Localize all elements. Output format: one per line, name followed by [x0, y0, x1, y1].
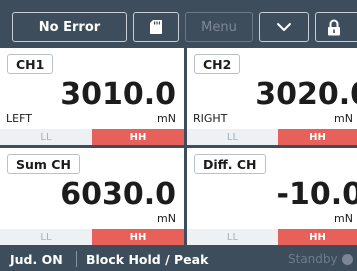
channel-tag: Diff. CH — [194, 154, 266, 174]
hh-indicator: HH — [92, 129, 184, 145]
measured-value: -10.0 — [276, 177, 357, 212]
ll-indicator: LL — [0, 229, 92, 245]
standby-indicator-icon — [341, 253, 353, 265]
error-status-button[interactable]: No Error — [12, 12, 127, 42]
error-status-label: No Error — [38, 19, 101, 35]
channel-panel-diff[interactable]: Diff. CH -10.0 mN LL HH — [187, 148, 357, 245]
hh-indicator: HH — [278, 129, 357, 145]
toolbar: No Error Menu — [0, 0, 357, 46]
menu-label: Menu — [201, 19, 237, 35]
measured-value: 3010.0 — [60, 77, 176, 112]
unit-label: mN — [157, 212, 176, 225]
side-label: LEFT — [6, 112, 32, 125]
sd-card-button[interactable] — [133, 12, 179, 42]
channel-tag: CH1 — [7, 54, 54, 74]
channel-panel-ch2[interactable]: CH2 3020.0 mN RIGHT LL HH — [187, 48, 357, 145]
lock-icon — [328, 19, 340, 35]
menu-button[interactable]: Menu — [185, 12, 253, 42]
channel-panel-ch1[interactable]: CH1 3010.0 mN LEFT LL HH — [0, 48, 184, 145]
channel-panel-sum[interactable]: Sum CH 6030.0 mN LL HH — [0, 148, 184, 245]
mode-status: Block Hold / Peak — [86, 251, 209, 267]
hh-indicator: HH — [278, 229, 357, 245]
unit-label: mN — [334, 112, 353, 125]
measured-value: 3020.0 — [255, 77, 357, 112]
unit-label: mN — [334, 212, 353, 225]
standby-label: Standby — [288, 252, 338, 266]
judgment-status: Jud. ON — [10, 251, 63, 267]
ll-indicator: LL — [0, 129, 92, 145]
hh-indicator: HH — [92, 229, 184, 245]
side-label: RIGHT — [193, 112, 228, 125]
lock-button[interactable] — [315, 12, 357, 42]
dropdown-button[interactable] — [259, 12, 309, 42]
ll-indicator: LL — [187, 229, 278, 245]
channel-tag: Sum CH — [7, 154, 80, 174]
status-bar: Jud. ON Block Hold / Peak Standby — [0, 247, 357, 271]
status-divider — [76, 251, 77, 267]
ll-indicator: LL — [187, 129, 278, 145]
measured-value: 6030.0 — [60, 177, 176, 212]
channel-tag: CH2 — [194, 54, 241, 74]
unit-label: mN — [157, 112, 176, 125]
chevron-down-icon — [277, 23, 291, 31]
sd-card-icon — [150, 20, 162, 34]
channel-grid: CH1 3010.0 mN LEFT LL HH CH2 3020.0 mN R… — [0, 48, 357, 245]
standby-status: Standby — [288, 247, 353, 271]
